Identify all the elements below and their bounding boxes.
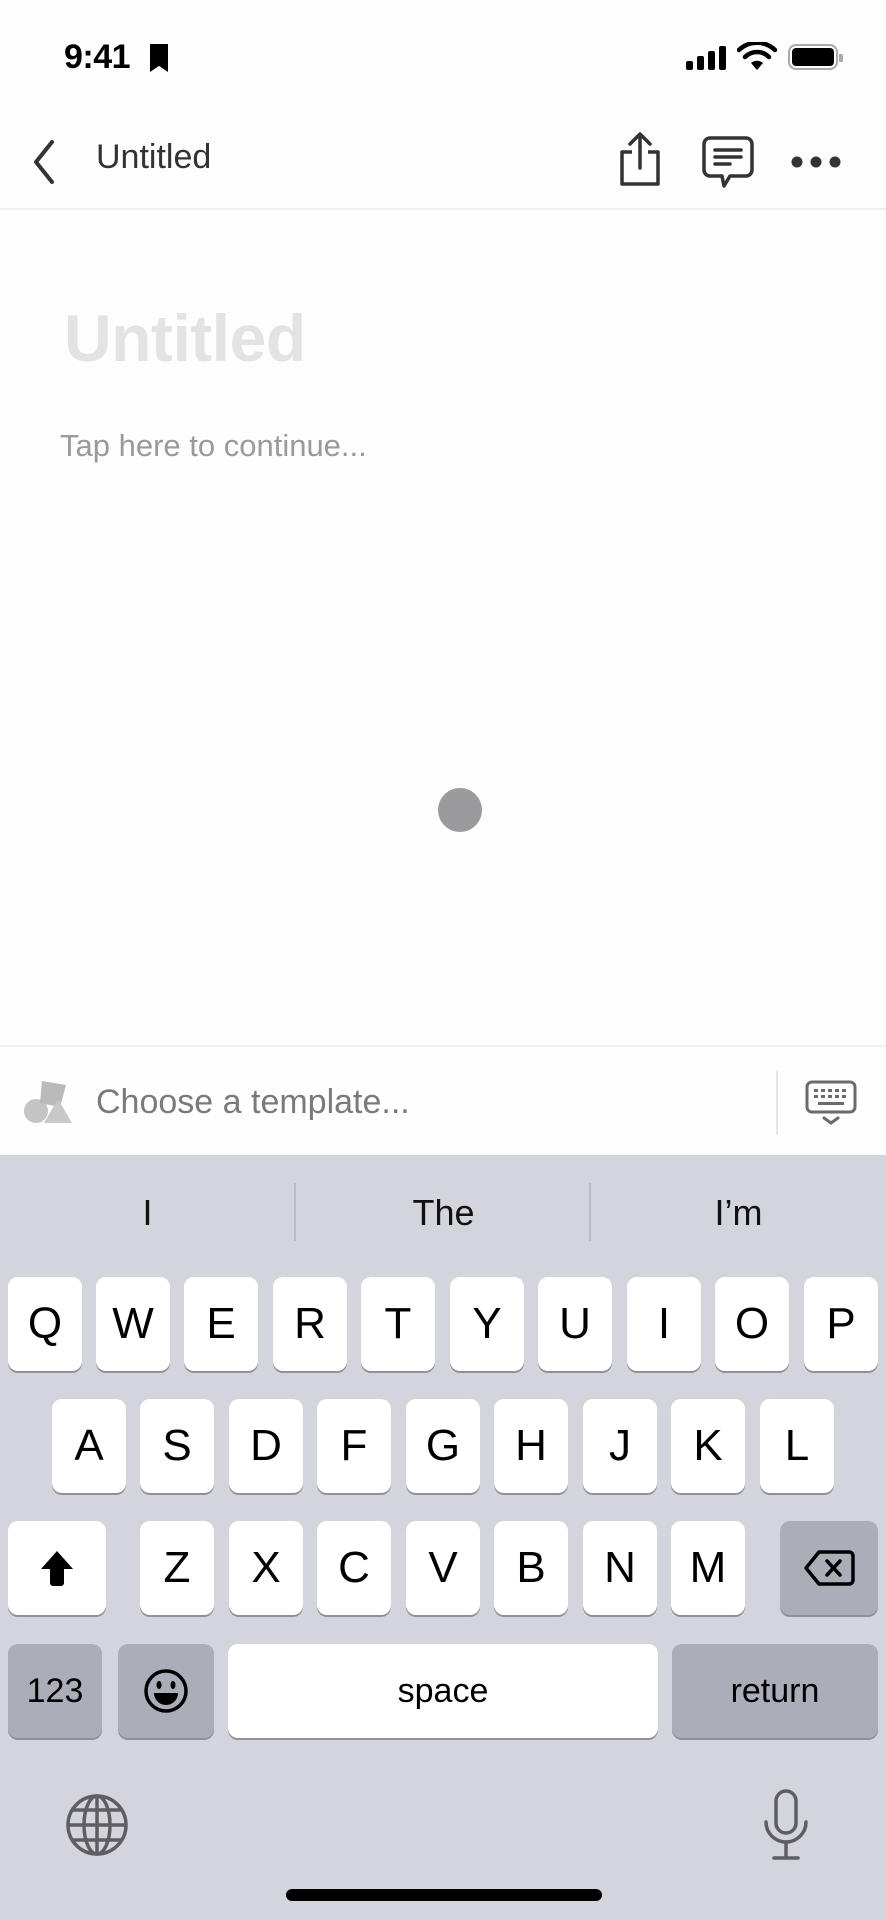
key-x[interactable]: X [229, 1521, 303, 1615]
key-t[interactable]: T [361, 1277, 435, 1371]
template-shapes-icon [24, 1081, 72, 1123]
battery-icon [788, 44, 843, 70]
key-q[interactable]: Q [8, 1277, 82, 1371]
key-s[interactable]: S [140, 1399, 214, 1493]
space-key[interactable]: space [228, 1644, 658, 1738]
home-indicator [286, 1889, 602, 1901]
key-l[interactable]: L [760, 1399, 834, 1493]
nav-bar: Untitled [0, 118, 886, 210]
shift-icon [41, 1551, 73, 1586]
keyboard: I The I’m Q W E R T Y U I O P A S D F G … [0, 1155, 886, 1920]
bookmark-icon [150, 44, 168, 72]
key-m[interactable]: M [671, 1521, 745, 1615]
template-bar: Choose a template... [0, 1045, 886, 1155]
key-f[interactable]: F [317, 1399, 391, 1493]
nav-title[interactable]: Untitled [96, 138, 211, 177]
cellular-signal-icon [686, 46, 726, 70]
keyboard-dismiss-icon[interactable] [804, 1079, 858, 1127]
divider [776, 1071, 778, 1135]
key-y[interactable]: Y [450, 1277, 524, 1371]
key-a[interactable]: A [52, 1399, 126, 1493]
body-placeholder[interactable]: Tap here to continue... [60, 428, 367, 464]
globe-icon[interactable] [62, 1790, 132, 1860]
delete-key[interactable] [780, 1521, 878, 1615]
key-k[interactable]: K [671, 1399, 745, 1493]
touch-indicator [438, 788, 482, 832]
share-icon[interactable] [614, 128, 666, 190]
numbers-key[interactable]: 123 [8, 1644, 102, 1738]
emoji-icon [144, 1669, 188, 1713]
key-r[interactable]: R [273, 1277, 347, 1371]
key-w[interactable]: W [96, 1277, 170, 1371]
choose-template-button[interactable]: Choose a template... [96, 1083, 410, 1122]
shift-key[interactable] [8, 1521, 106, 1615]
key-z[interactable]: Z [140, 1521, 214, 1615]
key-j[interactable]: J [583, 1399, 657, 1493]
key-b[interactable]: B [494, 1521, 568, 1615]
suggestion-item[interactable]: The [296, 1155, 591, 1271]
key-d[interactable]: D [229, 1399, 303, 1493]
key-u[interactable]: U [538, 1277, 612, 1371]
page-title-placeholder[interactable]: Untitled [64, 300, 306, 376]
key-o[interactable]: O [715, 1277, 789, 1371]
key-p[interactable]: P [804, 1277, 878, 1371]
suggestion-item[interactable]: I’m [591, 1155, 886, 1271]
key-n[interactable]: N [583, 1521, 657, 1615]
delete-icon [804, 1550, 855, 1586]
suggestion-bar: I The I’m [0, 1155, 886, 1271]
comment-icon[interactable] [700, 134, 756, 192]
return-key[interactable]: return [672, 1644, 878, 1738]
emoji-key[interactable] [118, 1644, 214, 1738]
key-v[interactable]: V [406, 1521, 480, 1615]
key-h[interactable]: H [494, 1399, 568, 1493]
key-i[interactable]: I [627, 1277, 701, 1371]
microphone-icon[interactable] [760, 1788, 812, 1862]
key-g[interactable]: G [406, 1399, 480, 1493]
status-time: 9:41 [64, 38, 131, 76]
status-bar: 9:41 [0, 0, 886, 118]
key-c[interactable]: C [317, 1521, 391, 1615]
chevron-left-icon[interactable] [26, 136, 66, 188]
more-icon[interactable] [790, 152, 842, 172]
wifi-icon [737, 42, 777, 70]
key-e[interactable]: E [184, 1277, 258, 1371]
suggestion-item[interactable]: I [0, 1155, 295, 1271]
